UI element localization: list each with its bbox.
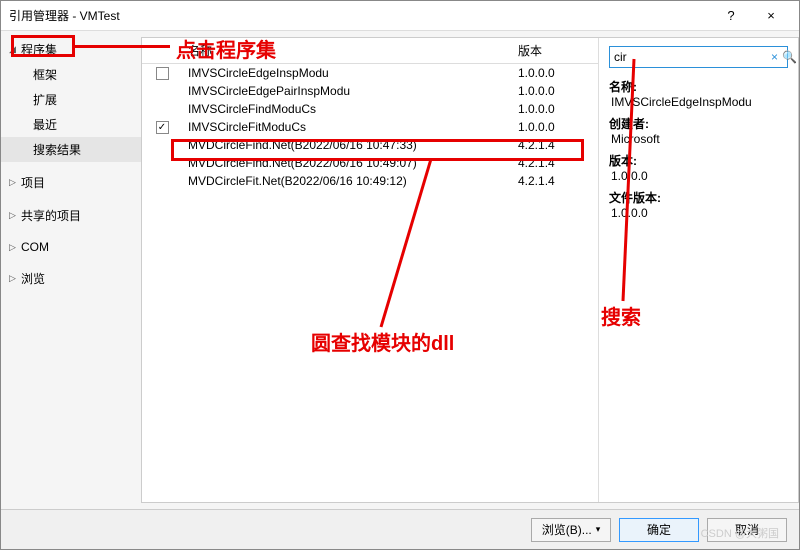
sidebar: ◢ 程序集 框架扩展最近搜索结果 ▷项目▷共享的项目▷COM▷浏览 [1,31,141,509]
checkbox[interactable]: ✓ [156,121,169,134]
table-row[interactable]: ✓IMVSCircleFitModuCs1.0.0.0 [142,118,598,136]
footer: 浏览(B)...▾ 确定 取消 [1,509,799,549]
sidebar-item[interactable]: 框架 [1,62,141,87]
close-button[interactable]: × [751,1,791,31]
search-box[interactable]: × 🔍 [609,46,788,68]
chevron-right-icon: ▷ [9,273,17,284]
dialog-window: 引用管理器 - VMTest ? × ◢ 程序集 框架扩展最近搜索结果 ▷项目▷… [0,0,800,550]
dialog-body: ◢ 程序集 框架扩展最近搜索结果 ▷项目▷共享的项目▷COM▷浏览 名称 版本 … [1,31,799,509]
titlebar: 引用管理器 - VMTest ? × [1,1,799,31]
help-button[interactable]: ? [711,1,751,31]
browse-button[interactable]: 浏览(B)...▾ [531,518,611,542]
sidebar-item[interactable]: 搜索结果 [1,137,141,162]
anno-line [75,45,170,48]
detail-name-label: 名称: [609,78,788,95]
window-title: 引用管理器 - VMTest [9,7,711,24]
search-input[interactable] [614,50,769,64]
search-icon[interactable]: 🔍 [780,50,799,64]
sidebar-group[interactable]: ▷COM [1,236,141,258]
detail-ver-label: 版本: [609,152,788,169]
sidebar-group[interactable]: ▷浏览 [1,266,141,291]
table-row[interactable]: IMVSCircleFindModuCs1.0.0.0 [142,100,598,118]
anno-dll: 圆查找模块的dll [311,327,454,356]
cancel-button[interactable]: 取消 [707,518,787,542]
anno-search: 搜索 [601,301,641,330]
list-area: 名称 版本 IMVSCircleEdgeInspModu1.0.0.0IMVSC… [142,38,598,502]
sidebar-group[interactable]: ▷项目 [1,170,141,195]
rows-container: IMVSCircleEdgeInspModu1.0.0.0IMVSCircleE… [142,64,598,502]
clear-icon[interactable]: × [769,50,780,64]
col-version[interactable]: 版本 [518,42,598,59]
detail-author: Microsoft [611,132,788,146]
sidebar-group[interactable]: ▷共享的项目 [1,203,141,228]
sidebar-item[interactable]: 最近 [1,112,141,137]
detail-name: IMVSCircleEdgeInspModu [611,95,788,109]
anno-box-assembly [11,35,75,57]
anno-box-row [171,139,584,161]
chevron-right-icon: ▷ [9,177,17,188]
ok-button[interactable]: 确定 [619,518,699,542]
detail-filever-label: 文件版本: [609,189,788,206]
table-row[interactable]: MVDCircleFit.Net(B2022/06/16 10:49:12)4.… [142,172,598,190]
sidebar-item[interactable]: 扩展 [1,87,141,112]
chevron-right-icon: ▷ [9,210,17,221]
chevron-down-icon: ▾ [596,524,601,535]
detail-filever: 1.0.0.0 [611,206,788,220]
checkbox[interactable] [156,67,169,80]
table-row[interactable]: IMVSCircleEdgePairInspModu1.0.0.0 [142,82,598,100]
anno-click-assembly: 点击程序集 [176,34,276,63]
main-panel: 名称 版本 IMVSCircleEdgeInspModu1.0.0.0IMVSC… [141,37,799,503]
details-panel: × 🔍 名称: IMVSCircleEdgeInspModu 创建者: Micr… [598,38,798,502]
detail-author-label: 创建者: [609,115,788,132]
detail-ver: 1.0.0.0 [611,169,788,183]
table-row[interactable]: IMVSCircleEdgeInspModu1.0.0.0 [142,64,598,82]
chevron-right-icon: ▷ [9,242,17,253]
